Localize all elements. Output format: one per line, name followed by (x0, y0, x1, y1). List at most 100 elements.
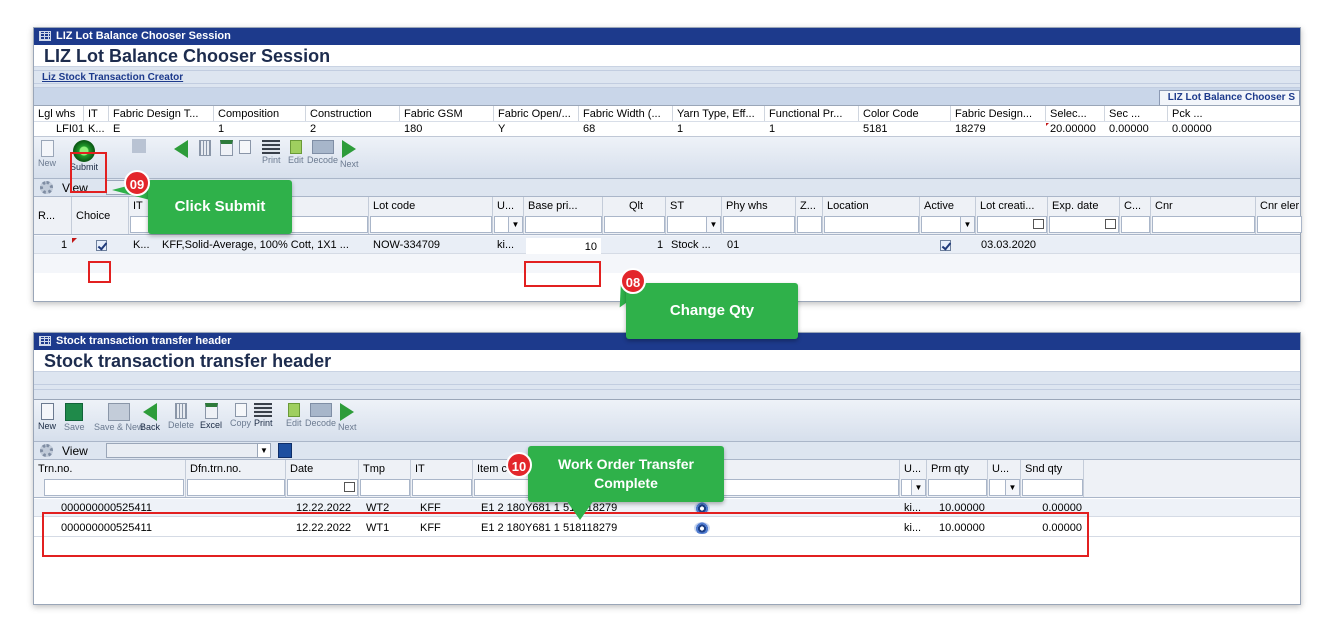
val-fabric-design: 18279 (955, 123, 986, 135)
edit-icon (287, 403, 300, 417)
page-title: LIZ Lot Balance Chooser Session (34, 45, 1300, 67)
new-button[interactable]: New (38, 140, 56, 168)
col-color-code: Color Code (859, 106, 951, 121)
delete-button[interactable] (199, 140, 211, 157)
filter-trn-no[interactable] (44, 479, 184, 496)
chevron-down-icon[interactable]: ▼ (257, 444, 270, 457)
new-button-label: New (38, 158, 57, 168)
val-fabric-width: 68 (583, 123, 596, 135)
changed-marker (1046, 123, 1049, 128)
print-button[interactable]: Print (254, 403, 273, 428)
filter-it[interactable] (412, 479, 472, 496)
active-checkbox-cell[interactable] (940, 236, 951, 254)
save-and-new-button[interactable]: Save & New (94, 403, 144, 432)
filter-st[interactable]: ▼ (667, 216, 721, 233)
filter-tmp[interactable] (360, 479, 410, 496)
filter-unit[interactable]: ▼ (901, 479, 926, 496)
edit-button[interactable]: Edit (288, 140, 304, 165)
chevron-down-icon[interactable]: ▼ (1005, 480, 1019, 495)
copy-button[interactable]: Copy (230, 403, 251, 428)
filter-z[interactable] (797, 216, 822, 233)
filter-prm-qty[interactable] (928, 479, 987, 496)
choice-checkbox[interactable] (96, 239, 107, 251)
excel-button[interactable]: Excel (200, 403, 222, 430)
header-values: LFI01 K... E 1 2 180 Y 68 1 1 5181 18279… (34, 122, 1300, 137)
back-button[interactable]: Back (140, 403, 160, 432)
print-button[interactable]: Print (262, 140, 281, 165)
filter-exp-date[interactable] (1049, 216, 1119, 233)
filter-location[interactable] (824, 216, 919, 233)
next-button[interactable]: Next (340, 140, 359, 169)
toolbar: New Save Save & New Back Delete Excel Co… (34, 400, 1300, 442)
filter-date[interactable] (287, 479, 358, 496)
edit-button[interactable]: Edit (286, 403, 302, 428)
trash-icon (199, 140, 211, 156)
gear-icon[interactable] (40, 444, 53, 457)
calendar-icon[interactable] (344, 482, 355, 492)
calendar-icon[interactable] (1033, 219, 1044, 229)
row-phy-whs: 01 (727, 239, 740, 251)
val-lgl-whs: LFI01 (56, 123, 84, 135)
window-titlebar: LIZ Lot Balance Chooser Session (34, 28, 1300, 45)
delete-button[interactable]: Delete (168, 403, 194, 430)
filter-c[interactable] (1121, 216, 1150, 233)
page-title: Stock transaction transfer header (34, 350, 1300, 372)
row-lot-code: NOW-334709 (373, 239, 441, 251)
decode-button[interactable]: Decode (307, 140, 338, 165)
save-button-partial[interactable] (132, 139, 146, 154)
chevron-down-icon[interactable]: ▼ (960, 217, 974, 232)
table-row[interactable]: 1 K... KFF,Solid-Average, 100% Cott, 1X1… (34, 236, 1300, 254)
next-button[interactable]: Next (338, 403, 357, 432)
save-button[interactable]: Save (64, 403, 85, 432)
edit-button-label: Edit (288, 155, 304, 165)
col-functional-pr: Functional Pr... (765, 106, 859, 121)
copy-icon (234, 403, 247, 417)
chevron-down-icon[interactable]: ▼ (706, 217, 720, 232)
chevron-down-icon[interactable]: ▼ (911, 480, 925, 495)
new-doc-icon (40, 403, 54, 420)
filter-dfn-trn-no[interactable] (187, 479, 285, 496)
decode-button[interactable]: Decode (305, 403, 336, 428)
gear-icon[interactable] (40, 181, 53, 194)
window-titlebar-text: LIZ Lot Balance Chooser Session (56, 30, 231, 42)
filter-cnr-elem[interactable] (1257, 216, 1302, 233)
filter-lot-creation[interactable] (977, 216, 1047, 233)
col-r: R... (34, 197, 72, 234)
save-new-icon (107, 403, 130, 421)
calendar-icon[interactable] (1105, 219, 1116, 229)
filter-snd-qty[interactable] (1022, 479, 1083, 496)
excel-icon (220, 140, 233, 156)
step-badge-09: 09 (124, 170, 150, 196)
active-checkbox[interactable] (940, 239, 951, 251)
filter-base-price[interactable] (525, 216, 602, 233)
filter-unit[interactable]: ▼ (494, 216, 523, 233)
filter-qlt[interactable] (604, 216, 665, 233)
grid-icon (39, 31, 51, 41)
chevron-down-icon[interactable]: ▼ (508, 217, 522, 232)
filter-active[interactable]: ▼ (921, 216, 975, 233)
col-fabric-gsm: Fabric GSM (400, 106, 494, 121)
new-button[interactable]: New (38, 403, 56, 431)
choice-checkbox-cell[interactable] (96, 236, 107, 254)
step-badge-08: 08 (620, 268, 646, 294)
filter-unit2[interactable]: ▼ (989, 479, 1020, 496)
tab-bar (34, 390, 1300, 400)
decode-button-label: Decode (307, 155, 339, 165)
filter-cnr[interactable] (1152, 216, 1255, 233)
filter-lot-code[interactable] (370, 216, 492, 233)
header-columns: Lgl whs IT Fabric Design T... Compositio… (34, 106, 1300, 122)
view-select[interactable]: ▼ (106, 443, 271, 458)
tab-lot-balance-chooser[interactable]: LIZ Lot Balance Chooser S (1158, 90, 1300, 105)
save-and-new-button-label: Save & New (94, 422, 144, 432)
filter-phy-whs[interactable] (723, 216, 795, 233)
save-view-icon[interactable] (278, 443, 292, 458)
col-fabric-design: Fabric Design... (951, 106, 1046, 121)
copy-button[interactable] (239, 140, 251, 155)
stock-transaction-creator-link[interactable]: Liz Stock Transaction Creator (34, 71, 1300, 84)
base-price-input[interactable]: 10 (526, 238, 601, 254)
excel-button[interactable] (220, 140, 233, 157)
back-button[interactable] (174, 140, 188, 159)
highlight-choice (88, 261, 111, 283)
val-construction: 2 (310, 123, 317, 135)
grid-icon (39, 336, 51, 346)
